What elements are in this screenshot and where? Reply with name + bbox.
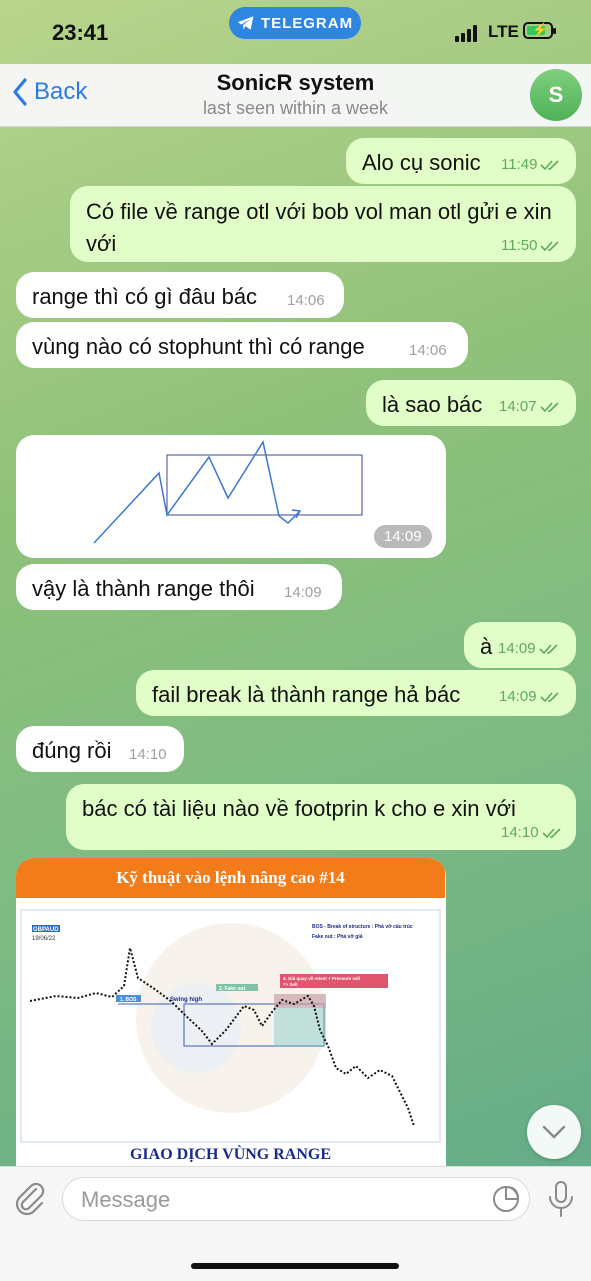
message-meta: 14:06 [287,292,325,309]
telegram-icon [237,16,254,30]
chart-date-label: 19/06/22 [32,936,56,942]
status-time: 23:41 [52,20,109,45]
message-text: Alo cụ sonic [362,150,481,175]
message-text: range thì có gì đâu bác [32,284,258,309]
status-bar: 23:41 TELEGRAM LTE ⚡ [0,0,591,64]
double-check-icon [540,159,560,170]
message-meta: 11:49 [501,156,560,173]
message-text: vùng nào có stophunt thì có range [32,334,365,359]
message-bubble[interactable]: vùng nào có stophunt thì có range 14:06 [16,322,468,368]
composer-bar [0,1166,591,1281]
label-swing-high: Swing high [170,997,202,1003]
battery-icon: ⚡ [523,22,556,39]
image-message-document[interactable]: Kỹ thuật vào lệnh nâng cao #14 GBPAUD M5… [16,858,446,1166]
message-meta: 14:06 [409,342,447,359]
message-field[interactable] [79,1186,483,1214]
chevron-down-icon [542,1125,566,1139]
message-time: 14:07 [499,398,537,415]
message-time: 11:50 [501,237,538,254]
avatar[interactable]: S [530,69,582,121]
message-bubble[interactable]: range thì có gì đâu bác 14:06 [16,272,344,318]
candlestick-chart-image: GBPAUD M5 19/06/22 BOS - Break of struct… [20,909,441,1143]
message-time: 14:06 [287,292,325,309]
message-time: 14:09 [284,584,322,601]
message-bubble[interactable]: bác có tài liệu nào về footprin k cho e … [66,784,576,850]
message-bubble[interactable]: Alo cụ sonic 11:49 [346,138,576,184]
telegram-pill-label: TELEGRAM [260,14,354,32]
double-check-icon [540,240,560,251]
network-label: LTE [488,22,519,41]
message-meta: 14:09 [284,584,322,601]
message-bubble[interactable]: đúng rồi 14:10 [16,726,184,772]
message-meta: 14:07 [499,398,560,415]
legend-bos: BOS - Break of structure : Phá vỡ cấu tr… [312,923,413,930]
telegram-pill[interactable]: TELEGRAM [229,7,361,39]
message-bubble[interactable]: Có file về range otl với bob vol man otl… [70,186,576,262]
message-text: Có file về range otl với bob vol man otl… [86,199,552,256]
image-message-sketch[interactable]: 14:09 [16,435,446,558]
document-title: Kỹ thuật vào lệnh nâng cao #14 [16,858,445,898]
message-text: vậy là thành range thôi [32,576,255,601]
message-meta: 14:10 [129,746,167,763]
message-text: fail break là thành range hả bác [152,682,461,707]
signal-icon [455,24,481,42]
double-check-icon [541,827,561,838]
chat-header: Back SonicR system last seen within a we… [0,64,591,127]
sticker-icon[interactable] [491,1184,521,1214]
message-text: đúng rồi [32,738,112,763]
double-check-icon [538,643,558,654]
message-time: 14:10 [129,746,167,763]
message-bubble[interactable]: là sao bác 14:07 [366,380,576,426]
message-time: 14:10 [501,824,539,841]
double-check-icon [539,401,559,412]
document-footer: GIAO DỊCH VÙNG RANGE [129,1146,332,1163]
chat-title[interactable]: SonicR system [0,70,591,96]
message-input[interactable] [62,1177,530,1221]
message-meta: 14:09 [499,688,560,705]
message-time: 14:06 [409,342,447,359]
message-text: à [480,634,493,659]
message-meta: 14:10 [501,824,562,841]
message-time: 11:49 [501,156,538,173]
message-text: là sao bác [382,392,483,417]
message-meta: 14:09 [498,640,559,657]
scroll-down-button[interactable] [527,1105,581,1159]
message-time: 14:09 [499,688,537,705]
message-meta: 11:50 [501,237,560,254]
label-fake-out: 2. Fake out [219,986,245,992]
legend-fake: Fake out : Phá vỡ giả [312,934,363,940]
label-bos: 1. BOS [120,997,137,1003]
microphone-icon[interactable] [546,1179,576,1219]
home-indicator [191,1263,399,1269]
label-sell: => Sell [283,982,298,987]
message-time: 14:09 [498,640,536,657]
message-text: bác có tài liệu nào về footprin k cho e … [82,796,516,821]
image-time: 14:09 [374,525,432,548]
chart-pair-label: GBPAUD M5 [33,927,69,933]
paperclip-icon[interactable] [14,1181,46,1217]
double-check-icon [539,691,559,702]
message-bubble[interactable]: vậy là thành range thôi 14:09 [16,564,342,610]
label-retest: 3. Giá quay về retest + Pressure sell [283,976,360,981]
message-bubble[interactable]: fail break là thành range hả bác 14:09 [136,670,576,716]
chat-subtitle: last seen within a week [202,98,389,118]
message-bubble[interactable]: à 14:09 [464,622,576,668]
